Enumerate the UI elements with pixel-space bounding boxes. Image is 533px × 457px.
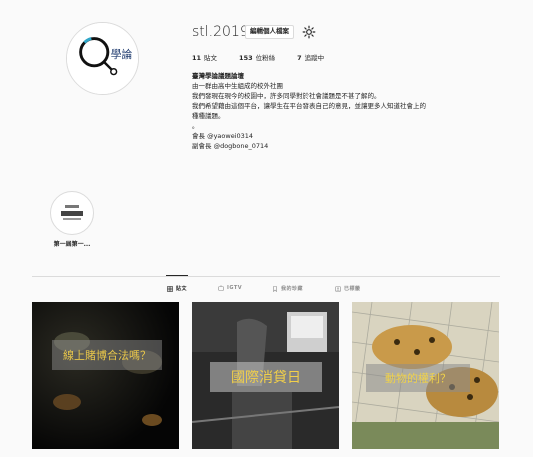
post-caption: 國際消貸日 [210,362,322,392]
tag-icon [335,285,341,292]
bio-display-name: 臺灣學論議題論壇 [192,72,244,80]
stat-following-value: 7 [297,54,302,62]
tab-igtv-label: IGTV [227,285,243,291]
magnifier-logo-icon: 學論 [67,23,138,94]
bio-president-link[interactable]: 會長 @yaowei0314 [192,131,432,141]
tabs-divider [32,276,500,277]
tab-saved[interactable]: 我的珍藏 [272,285,303,292]
highlight-ring [50,191,94,235]
highlight-cover-image-icon [53,194,91,232]
stat-posts-value: 11 [192,54,202,62]
bio-line: 由一群由高中生組成的校外社團 [192,82,283,90]
stat-following-label: 追蹤中 [304,54,325,62]
tab-posts-label: 貼文 [176,286,188,292]
bio-line: 我們希望藉由這個平台，讓學生在平台發表自己的意見，並讓更多人知道社會上的種種議題… [192,102,426,120]
active-tab-indicator [166,275,188,276]
bio-vice-president-link[interactable]: 副會長 @dogbone_0714 [192,141,432,151]
tab-igtv[interactable]: IGTV [218,285,242,291]
post-tile[interactable]: 國際消貸日 [192,302,339,449]
tab-posts[interactable]: 貼文 [167,285,187,292]
post-caption: 線上賭博合法嗎？ [52,340,162,370]
post-tile[interactable]: 動物的權利？ [352,302,499,449]
highlight-label: 第一屆第一... [53,241,91,248]
stat-followers[interactable]: 153 位粉絲 [239,52,275,62]
bookmark-icon [273,285,277,292]
bio-line: 我們發現在現今的校園中，許多同學對於社會議題是不甚了解的。 [192,92,381,100]
profile-avatar[interactable]: 學論 [66,22,139,95]
stat-following[interactable]: 7 追蹤中 [297,52,324,62]
edit-profile-button[interactable]: 編輯個人檔案 [245,25,294,39]
stat-posts-label: 貼文 [204,54,218,62]
stat-followers-value: 153 [239,54,253,62]
profile-username: stl.2019 [192,24,249,40]
profile-tabs: 貼文 IGTV 我的珍藏 已標籤 [0,285,533,295]
story-highlight[interactable]: 第一屆第一... [50,191,94,248]
tab-tagged[interactable]: 已標籤 [335,285,361,292]
settings-gear-icon[interactable] [302,25,316,39]
post-caption: 動物的權利？ [366,364,470,392]
stat-followers-label: 位粉絲 [255,54,276,62]
bio-line: 。 [192,122,199,130]
svg-text:學論: 學論 [111,48,133,61]
highlight-cover [53,194,91,232]
profile-stats: 11 貼文 153 位粉絲 7 追蹤中 [192,52,346,62]
grid-icon [167,285,173,292]
post-tile[interactable]: 線上賭博合法嗎？ [32,302,179,449]
tab-saved-label: 我的珍藏 [281,286,304,292]
igtv-icon [218,285,224,291]
post-image-gambling-icon [32,302,179,449]
profile-bio: 臺灣學論議題論壇 由一群由高中生組成的校外社團 我們發現在現今的校園中，許多同學… [192,71,432,151]
stat-posts: 11 貼文 [192,52,217,62]
tab-tagged-label: 已標籤 [344,286,361,292]
